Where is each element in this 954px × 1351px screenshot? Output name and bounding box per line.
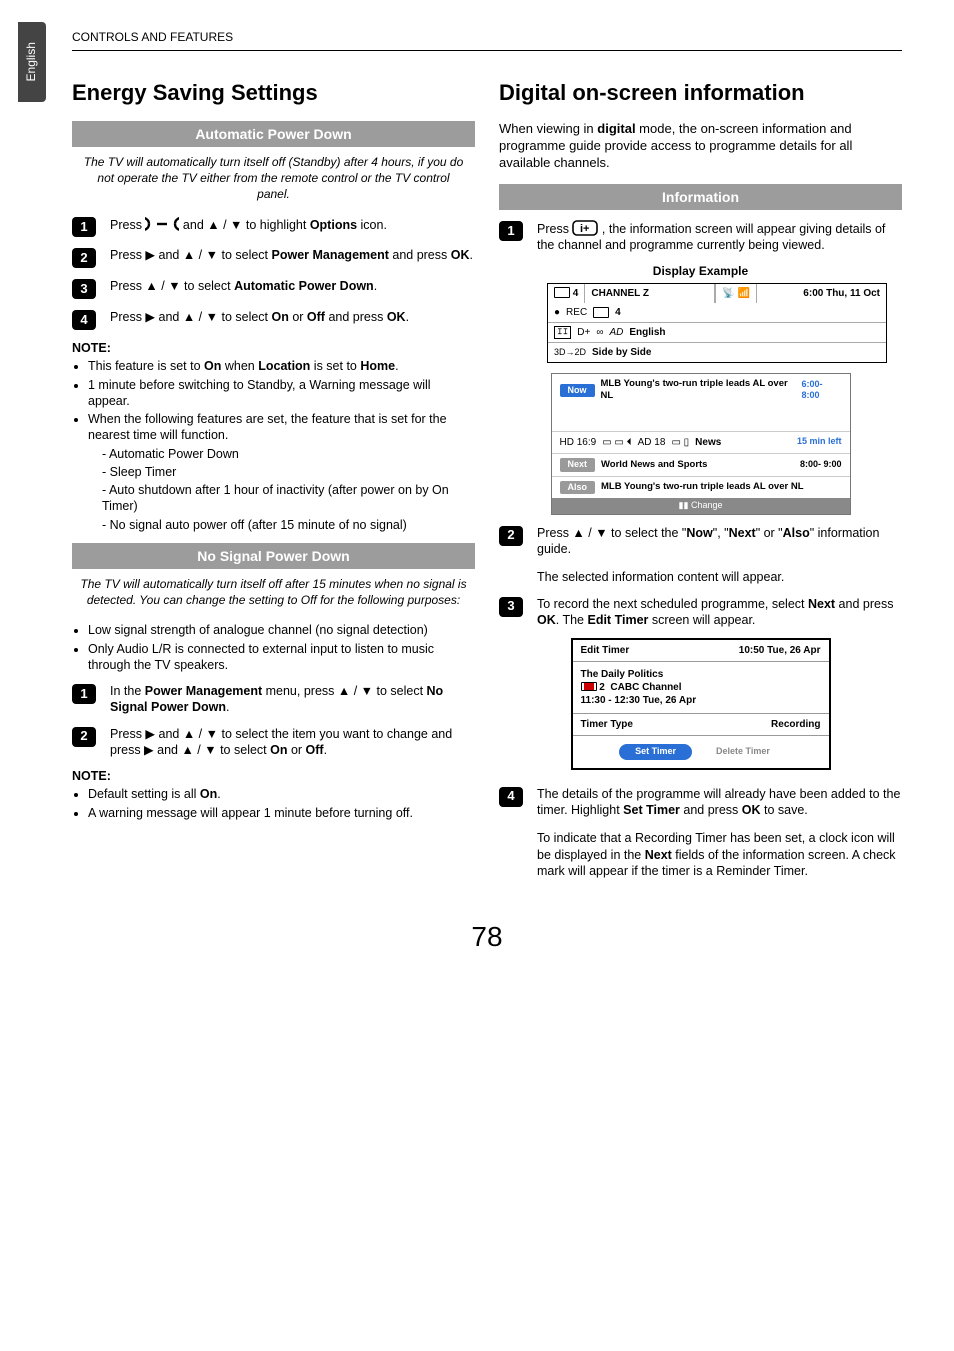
nspd-step-2: 2 Press ▶ and ▲ / ▼ to select the item y… bbox=[72, 726, 475, 759]
apd-step-2: 2 Press ▶ and ▲ / ▼ to select Power Mana… bbox=[72, 247, 475, 268]
display-example-title: Display Example bbox=[499, 264, 902, 280]
apd-step-3: 3 Press ▲ / ▼ to select Automatic Power … bbox=[72, 278, 475, 299]
info-step-2: 2 Press ▲ / ▼ to select the "Now", "Next… bbox=[499, 525, 902, 586]
no-signal-purposes: Low signal strength of analogue channel … bbox=[72, 622, 475, 673]
step-number-icon: 2 bbox=[72, 727, 96, 747]
next-pill: Next bbox=[560, 458, 596, 472]
page-number: 78 bbox=[72, 919, 902, 955]
now-pill: Now bbox=[560, 384, 595, 398]
nspd-step-1: 1 In the Power Management menu, press ▲ … bbox=[72, 683, 475, 716]
timer-type-value: Recording bbox=[771, 718, 820, 731]
set-timer-button[interactable]: Set Timer bbox=[619, 744, 692, 760]
edit-timer-dialog: Edit Timer 10:50 Tue, 26 Apr The Daily P… bbox=[571, 638, 831, 770]
note-heading: NOTE: bbox=[72, 768, 475, 784]
display-example-box-1: 4 CHANNEL Z 📡 📶 6:00 Thu, 11 Oct ● REC 4… bbox=[547, 283, 887, 363]
right-column: Digital on-screen information When viewi… bbox=[499, 69, 902, 889]
apd-notes: This feature is set to On when Location … bbox=[72, 358, 475, 533]
section-bar-no-signal: No Signal Power Down bbox=[72, 543, 475, 569]
info-button-icon: i+ bbox=[572, 220, 598, 236]
auto-power-down-intro: The TV will automatically turn itself of… bbox=[80, 155, 467, 202]
edit-timer-when: 11:30 - 12:30 Tue, 26 Apr bbox=[581, 694, 821, 707]
info-step-4: 4 The details of the programme will alre… bbox=[499, 786, 902, 879]
step-number-icon: 1 bbox=[499, 221, 523, 241]
right-title: Digital on-screen information bbox=[499, 79, 902, 108]
left-title: Energy Saving Settings bbox=[72, 79, 475, 108]
no-signal-intro: The TV will automatically turn itself of… bbox=[80, 577, 467, 608]
step-number-icon: 1 bbox=[72, 217, 96, 237]
section-bar-auto-power-down: Automatic Power Down bbox=[72, 121, 475, 147]
info-step-1: 1 Press i+ , the information screen will… bbox=[499, 220, 902, 254]
language-tab: English bbox=[18, 22, 46, 102]
apd-step-4: 4 Press ▶ and ▲ / ▼ to select On or Off … bbox=[72, 309, 475, 330]
tv-icon bbox=[593, 307, 609, 318]
step-number-icon: 4 bbox=[499, 787, 523, 807]
header-section-title: CONTROLS AND FEATURES bbox=[72, 30, 902, 51]
edit-timer-title: Edit Timer bbox=[581, 644, 630, 657]
timer-type-label: Timer Type bbox=[581, 718, 633, 731]
also-pill: Also bbox=[560, 481, 596, 495]
display-example-box-2: Now MLB Young's two-run triple leads AL … bbox=[551, 373, 851, 515]
step-number-icon: 3 bbox=[72, 279, 96, 299]
edit-timer-channel: 2 CABC Channel bbox=[581, 681, 821, 694]
change-bar: ▮▮ Change bbox=[552, 498, 850, 514]
step-number-icon: 1 bbox=[72, 684, 96, 704]
delete-timer-button[interactable]: Delete Timer bbox=[704, 744, 782, 760]
edit-timer-programme: The Daily Politics bbox=[581, 668, 821, 681]
quick-menu-icon bbox=[145, 216, 179, 232]
nspd-notes: Default setting is all On. A warning mes… bbox=[72, 786, 475, 821]
note-heading: NOTE: bbox=[72, 340, 475, 356]
apd-step-1: 1 Press and ▲ / ▼ to highlight Options i… bbox=[72, 216, 475, 237]
step-number-icon: 2 bbox=[499, 526, 523, 546]
step-number-icon: 4 bbox=[72, 310, 96, 330]
svg-text:i+: i+ bbox=[580, 223, 589, 235]
edit-timer-datetime: 10:50 Tue, 26 Apr bbox=[739, 644, 821, 657]
right-intro: When viewing in digital mode, the on-scr… bbox=[499, 121, 902, 172]
left-column: Energy Saving Settings Automatic Power D… bbox=[72, 69, 475, 889]
info-step-3: 3 To record the next scheduled programme… bbox=[499, 596, 902, 629]
section-bar-information: Information bbox=[499, 184, 902, 210]
step-number-icon: 2 bbox=[72, 248, 96, 268]
step-number-icon: 3 bbox=[499, 597, 523, 617]
tv-icon bbox=[554, 287, 570, 298]
